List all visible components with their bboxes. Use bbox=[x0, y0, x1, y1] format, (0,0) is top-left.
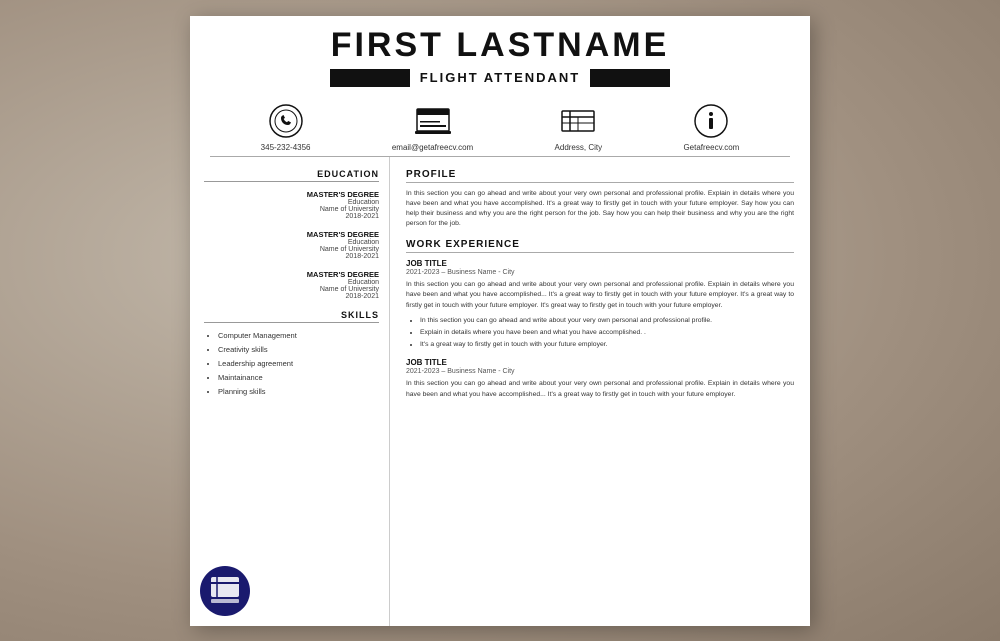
main-content: PROFILE In this section you can go ahead… bbox=[390, 157, 810, 626]
job-bullets-1: In this section you can go ahead and wri… bbox=[406, 316, 794, 351]
info-icon bbox=[693, 103, 729, 139]
edu-degree-2: MASTER'S DEGREE bbox=[204, 230, 379, 239]
job-desc-2: In this section you can go ahead and wri… bbox=[406, 379, 794, 399]
resume-body: EDUCATION MASTER'S DEGREE Education Name… bbox=[190, 157, 810, 626]
email-icon bbox=[415, 103, 451, 139]
profile-text: In this section you can go ahead and wri… bbox=[406, 189, 794, 230]
edu-field-3: Education bbox=[204, 279, 379, 286]
job-bullet-1-2: Explain in details where you have been a… bbox=[420, 328, 794, 338]
job-desc-1: In this section you can go ahead and wri… bbox=[406, 280, 794, 311]
work-experience-title: WORK EXPERIENCE bbox=[406, 239, 794, 253]
title-bar: FLIGHT ATTENDANT bbox=[190, 69, 810, 87]
edu-uni-3: Name of University bbox=[204, 286, 379, 293]
education-title: EDUCATION bbox=[204, 169, 379, 182]
edu-uni-1: Name of University bbox=[204, 206, 379, 213]
skill-item-2: Creativity skills bbox=[218, 345, 379, 354]
edu-entry-2: MASTER'S DEGREE Education Name of Univer… bbox=[204, 230, 379, 260]
address-icon bbox=[560, 103, 596, 139]
watermark-badge bbox=[200, 566, 250, 616]
job-bullet-1-3: It's a great way to firstly get in touch… bbox=[420, 340, 794, 350]
contact-phone: 345-232-4356 bbox=[261, 103, 311, 152]
email-text: email@getafreecv.com bbox=[392, 143, 473, 152]
skill-item-4: Maintainance bbox=[218, 373, 379, 382]
skill-item-5: Planning skills bbox=[218, 387, 379, 396]
work-experience-section: WORK EXPERIENCE JOB TITLE 2021-2023 – Bu… bbox=[406, 239, 794, 400]
address-text: Address, City bbox=[555, 143, 603, 152]
job-entry-1: JOB TITLE 2021-2023 – Business Name - Ci… bbox=[406, 259, 794, 350]
title-bar-line-right bbox=[590, 69, 670, 87]
edu-field-2: Education bbox=[204, 239, 379, 246]
skills-list: Computer Management Creativity skills Le… bbox=[204, 331, 379, 396]
job-entry-2: JOB TITLE 2021-2023 – Business Name - Ci… bbox=[406, 358, 794, 399]
website-text: Getafreecv.com bbox=[683, 143, 739, 152]
resume-title: FLIGHT ATTENDANT bbox=[420, 70, 581, 85]
skill-item-1: Computer Management bbox=[218, 331, 379, 340]
job-bullet-1-1: In this section you can go ahead and wri… bbox=[420, 316, 794, 326]
phone-icon bbox=[268, 103, 304, 139]
contact-website: Getafreecv.com bbox=[683, 103, 739, 152]
edu-degree-1: MASTER'S DEGREE bbox=[204, 190, 379, 199]
contact-email: email@getafreecv.com bbox=[392, 103, 473, 152]
skill-item-3: Leadership agreement bbox=[218, 359, 379, 368]
edu-degree-3: MASTER'S DEGREE bbox=[204, 270, 379, 279]
edu-years-2: 2018-2021 bbox=[204, 253, 379, 260]
title-bar-line-left bbox=[330, 69, 410, 87]
job-meta-2: 2021-2023 – Business Name - City bbox=[406, 368, 794, 375]
job-meta-1: 2021-2023 – Business Name - City bbox=[406, 269, 794, 276]
edu-years-3: 2018-2021 bbox=[204, 293, 379, 300]
contact-row: 345-232-4356 email@getafreecv.com bbox=[190, 93, 810, 156]
contact-address: Address, City bbox=[555, 103, 603, 152]
profile-title: PROFILE bbox=[406, 169, 794, 183]
sidebar: EDUCATION MASTER'S DEGREE Education Name… bbox=[190, 157, 390, 626]
job-title-1: JOB TITLE bbox=[406, 259, 794, 268]
resume-paper: FIRST LASTNAME FLIGHT ATTENDANT 345-232-… bbox=[190, 16, 810, 626]
phone-text: 345-232-4356 bbox=[261, 143, 311, 152]
edu-uni-2: Name of University bbox=[204, 246, 379, 253]
edu-years-1: 2018-2021 bbox=[204, 213, 379, 220]
job-title-2: JOB TITLE bbox=[406, 358, 794, 367]
edu-entry-3: MASTER'S DEGREE Education Name of Univer… bbox=[204, 270, 379, 300]
edu-entry-1: MASTER'S DEGREE Education Name of Univer… bbox=[204, 190, 379, 220]
resume-name: FIRST LASTNAME bbox=[190, 26, 810, 65]
edu-field-1: Education bbox=[204, 199, 379, 206]
skills-title: SKILLS bbox=[204, 310, 379, 323]
resume-header: FIRST LASTNAME FLIGHT ATTENDANT bbox=[190, 16, 810, 93]
